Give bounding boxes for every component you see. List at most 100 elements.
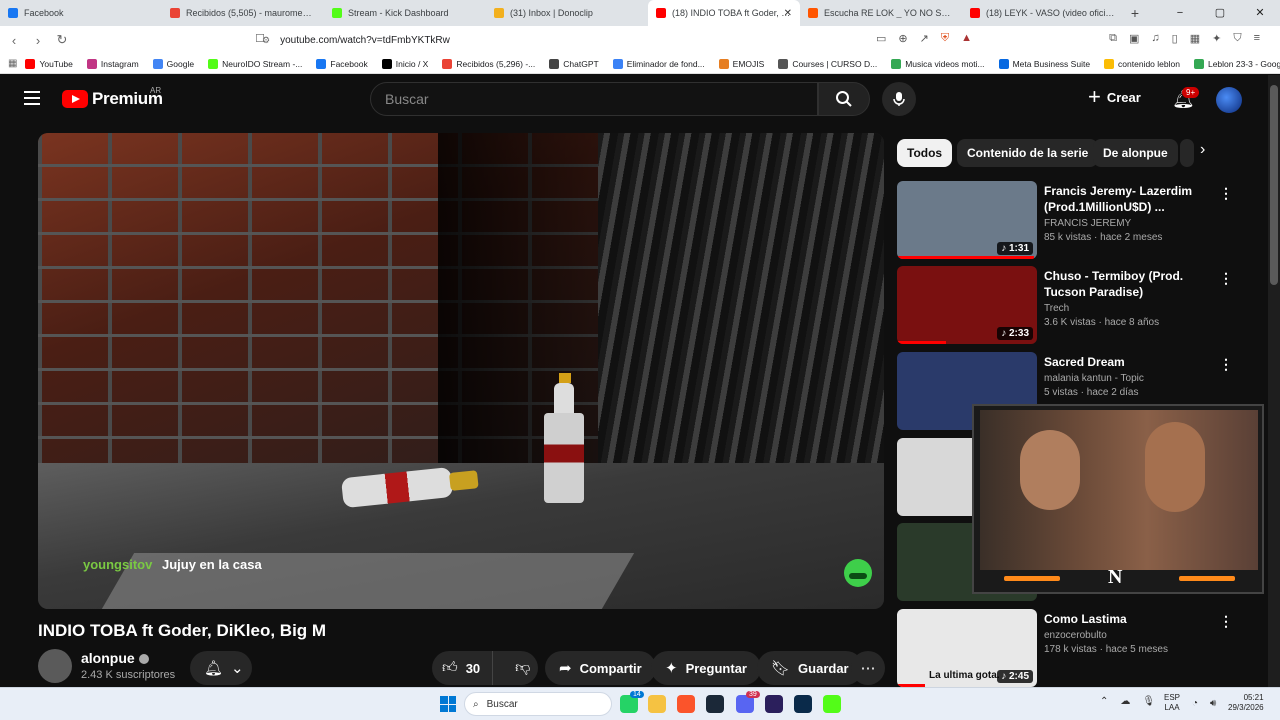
browser-tab[interactable]: Escucha RE LOK _ YO NO SOY UN G	[800, 0, 962, 26]
more-vertical-icon[interactable]: ⋮	[1219, 270, 1233, 287]
browser-tab[interactable]: Stream - Kick Dashboard	[324, 0, 486, 26]
bookmark-item[interactable]: Eliminador de fond...	[612, 58, 705, 69]
browser-tab[interactable]: (18) LEYK - VASO (video oficial) - Yo	[962, 0, 1124, 26]
maximize-button[interactable]: ▢	[1200, 0, 1240, 26]
browser-tab[interactable]: Recibidos (5,505) - mauromedinatuc	[162, 0, 324, 26]
subscription-bell-button[interactable]: 🔔︎ ⌄	[190, 651, 252, 685]
taskbar-search[interactable]: ⌕ Buscar	[464, 692, 612, 716]
photoshop-icon[interactable]	[794, 695, 812, 713]
gallery-icon[interactable]: ▦	[1190, 32, 1200, 45]
search-input[interactable]: Buscar	[370, 82, 818, 116]
bookmark-item[interactable]: Courses | CURSO D...	[778, 58, 877, 69]
create-button[interactable]: + Crear	[1088, 86, 1141, 108]
like-button[interactable]: 👍︎ 30	[432, 651, 494, 685]
cast-icon[interactable]: ▭	[876, 32, 886, 45]
chip-series[interactable]: Contenido de la serie	[957, 139, 1099, 167]
tray-overflow-icon[interactable]: ⌃	[1100, 696, 1108, 707]
premiere-icon[interactable]	[765, 695, 783, 713]
sidebar-icon[interactable]: ▯	[1172, 32, 1178, 45]
bookmark-item[interactable]: Musica videos moti...	[891, 58, 985, 69]
bookmark-item[interactable]: ChatGPT	[549, 58, 599, 69]
video-title-link[interactable]: Chuso - Termiboy (Prod. Tucson Paradise)	[1044, 268, 1219, 300]
share-button[interactable]: ➦ Compartir	[545, 651, 656, 685]
media-icon[interactable]: ♫	[1151, 32, 1159, 45]
file-explorer-icon[interactable]	[648, 695, 666, 713]
network-tray-icon[interactable]: ☁	[1120, 696, 1130, 707]
close-tab-icon[interactable]: ✕	[784, 8, 792, 19]
channel-name-link[interactable]: alonpue	[81, 650, 149, 666]
zoom-icon[interactable]: ⊕	[898, 32, 907, 45]
bookmark-item[interactable]: Recibidos (5,296) -...	[442, 58, 535, 69]
video-thumbnail[interactable]: ♪ 1:31	[897, 181, 1037, 259]
bookmark-item[interactable]: Google	[152, 58, 194, 69]
site-info-icon[interactable]: ⚙	[262, 35, 270, 46]
channel-name[interactable]: Trech	[1044, 303, 1219, 314]
chevron-right-icon[interactable]: ›	[1200, 141, 1205, 159]
search-button[interactable]	[818, 82, 870, 116]
more-vertical-icon[interactable]: ⋮	[1219, 356, 1233, 373]
bookmark-item[interactable]: Leblon 23-3 - Googl...	[1193, 58, 1280, 69]
extensions-icon[interactable]: ⧉	[1109, 32, 1117, 45]
wifi-icon[interactable]: ◔	[1192, 698, 1198, 709]
channel-name[interactable]: enzocerobulto	[1044, 630, 1219, 641]
bookmark-item[interactable]: YouTube	[25, 58, 73, 69]
video-thumbnail[interactable]: ♪ 2:33	[897, 266, 1037, 344]
page-scrollbar[interactable]	[1268, 75, 1280, 687]
bookmark-item[interactable]: EMOJIS	[718, 58, 764, 69]
account-avatar[interactable]	[1216, 87, 1242, 113]
recommended-video[interactable]: ♪ 1:31 Francis Jeremy- Lazerdim (Prod.1Mi…	[897, 181, 1257, 261]
minimize-button[interactable]: −	[1160, 0, 1200, 26]
dislike-button[interactable]: 👎︎	[501, 659, 544, 677]
more-vertical-icon[interactable]: ⋮	[1219, 613, 1233, 630]
video-title-link[interactable]: Sacred Dream	[1044, 354, 1219, 370]
more-vertical-icon[interactable]: ⋮	[1219, 185, 1233, 202]
forward-icon[interactable]: ›	[28, 33, 48, 48]
vpn-icon[interactable]: ⛉	[1233, 32, 1241, 45]
chip-from-channel[interactable]: De alonpue	[1093, 139, 1178, 167]
bookmark-item[interactable]: contenido leblon	[1104, 58, 1180, 69]
input-language[interactable]: ESP LAA	[1164, 693, 1180, 713]
more-actions-button[interactable]: ⋯	[851, 651, 885, 685]
bookmark-item[interactable]: Instagram	[86, 58, 139, 69]
channel-name[interactable]: FRANCIS JEREMY	[1044, 218, 1219, 229]
brave-shield-icon[interactable]: ⛨	[941, 32, 949, 45]
save-button[interactable]: 🔖︎ Guardar	[757, 651, 863, 685]
apps-grid-icon[interactable]: ▦	[8, 58, 17, 69]
rewards-icon[interactable]: ▲	[961, 32, 972, 45]
voice-search-button[interactable]	[882, 82, 916, 116]
back-icon[interactable]: ‹	[4, 33, 24, 48]
volume-icon[interactable]: 🔊︎	[1210, 698, 1216, 709]
recommended-video[interactable]: ♪ 2:33 Chuso - Termiboy (Prod. Tucson Par…	[897, 266, 1257, 346]
steam-icon[interactable]	[706, 695, 724, 713]
microphone-tray-icon[interactable]: 🎙︎	[1142, 696, 1155, 707]
menu-hamburger-icon[interactable]	[24, 91, 40, 105]
browser-tab[interactable]: Facebook	[0, 0, 162, 26]
bookmark-item[interactable]: Meta Business Suite	[998, 58, 1090, 69]
ask-button[interactable]: ✦ Preguntar	[651, 651, 761, 685]
video-title-link[interactable]: Como Lastima	[1044, 611, 1219, 627]
browser-tab[interactable]: (31) Inbox | Donoclip	[486, 0, 648, 26]
bookmark-item[interactable]: NeuroIDO Stream -...	[208, 58, 302, 69]
chip-overflow[interactable]	[1180, 139, 1194, 167]
kick-app-icon[interactable]	[823, 695, 841, 713]
bookmark-item[interactable]: Facebook	[316, 58, 368, 69]
new-tab-button[interactable]: +	[1124, 5, 1146, 21]
share-page-icon[interactable]: ↗	[920, 32, 929, 45]
brave-browser-icon[interactable]	[677, 695, 695, 713]
video-thumbnail[interactable]: La ultima gota. ♪ 2:45	[897, 609, 1037, 687]
bookmark-item[interactable]: Inicio / X	[381, 58, 428, 69]
system-clock[interactable]: 05:21 29/3/2026	[1228, 693, 1264, 713]
windows-start-icon[interactable]	[440, 696, 456, 712]
video-player[interactable]: youngsitov Jujuy en la casa	[38, 133, 884, 609]
chip-todos[interactable]: Todos	[897, 139, 953, 167]
screenshot-icon[interactable]: ▣	[1129, 32, 1139, 45]
reload-icon[interactable]: ↻	[52, 32, 72, 48]
menu-icon[interactable]: ≡	[1254, 32, 1260, 45]
channel-name[interactable]: malania kantun - Topic	[1044, 373, 1219, 384]
browser-tab[interactable]: (18) INDIO TOBA ft Goder, DiKle ✕	[648, 0, 800, 26]
video-title-link[interactable]: Francis Jeremy- Lazerdim (Prod.1MillionU…	[1044, 183, 1219, 215]
scrollbar-thumb[interactable]	[1270, 85, 1278, 285]
channel-avatar[interactable]	[38, 649, 72, 683]
ai-icon[interactable]: ✦	[1212, 32, 1221, 45]
youtube-logo[interactable]: Premium	[62, 89, 163, 109]
